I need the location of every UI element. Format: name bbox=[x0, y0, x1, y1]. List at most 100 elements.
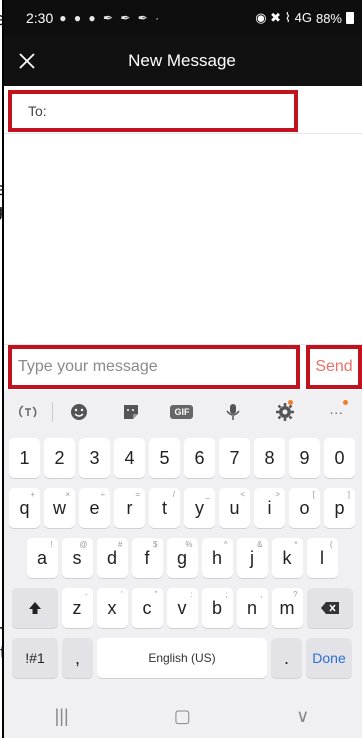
key-hint: , bbox=[260, 590, 263, 599]
key-w[interactable]: w × bbox=[44, 488, 75, 528]
back-button[interactable]: ∨ bbox=[296, 706, 309, 727]
shift-key[interactable] bbox=[11, 588, 58, 628]
key-hint: & bbox=[257, 540, 263, 549]
space-key[interactable]: English (US) bbox=[97, 638, 267, 678]
key-5[interactable]: 5 bbox=[149, 438, 180, 478]
key-c[interactable]: c " bbox=[131, 588, 163, 628]
comma-key[interactable]: , bbox=[62, 638, 93, 678]
send-label: Send bbox=[315, 358, 353, 375]
navigation-bar: ||| ▢ ∨ bbox=[2, 694, 362, 738]
key-label: v bbox=[177, 597, 187, 618]
key-hint: ; bbox=[225, 590, 228, 599]
send-button[interactable]: Send bbox=[306, 345, 362, 389]
period-key[interactable]: . bbox=[271, 638, 302, 678]
keyboard: GIF ··· 12345 6 7 8 9 0 q + w × e ÷ r = … bbox=[2, 390, 362, 738]
key-hint: # bbox=[118, 540, 123, 549]
battery-percent: 88% bbox=[315, 10, 342, 26]
key-g[interactable]: g% bbox=[166, 538, 198, 578]
key-label: g bbox=[176, 547, 187, 568]
key-hint: - bbox=[84, 590, 88, 599]
key-d[interactable]: d # bbox=[96, 538, 128, 578]
key-b[interactable]: b; bbox=[201, 588, 233, 628]
key-3[interactable]: 3 bbox=[79, 438, 110, 478]
gif-button[interactable]: GIF bbox=[156, 390, 207, 434]
message-input[interactable]: Type your message bbox=[8, 345, 300, 389]
key-label: c bbox=[142, 597, 152, 618]
key-2[interactable]: 2 bbox=[44, 438, 75, 478]
emoji-icon bbox=[71, 404, 88, 420]
number-row: 1 2 3 4 5 6 7 8 9 0 bbox=[2, 438, 362, 478]
translate-icon bbox=[18, 405, 37, 418]
key-t[interactable]: t / bbox=[149, 488, 180, 528]
more-options-button[interactable]: ··· bbox=[311, 390, 362, 434]
key-8[interactable]: 8 bbox=[254, 438, 285, 478]
key-label: 1 bbox=[19, 447, 30, 468]
key-label: 0 bbox=[334, 447, 345, 468]
key-a[interactable]: a! bbox=[26, 538, 58, 578]
key-q[interactable]: q + bbox=[9, 488, 40, 528]
key-l[interactable]: l( bbox=[306, 538, 338, 578]
home-button[interactable]: ▢ bbox=[174, 706, 191, 727]
key-e[interactable]: e ÷ bbox=[79, 488, 110, 528]
key-k[interactable]: k * bbox=[271, 538, 303, 578]
key-n[interactable]: n, bbox=[236, 588, 268, 628]
shift-icon bbox=[28, 602, 41, 614]
keyboard-toolbar: GIF ··· bbox=[2, 390, 362, 434]
status-time: 2:30 bbox=[26, 10, 54, 26]
key-hint: [ bbox=[312, 490, 315, 499]
key-u[interactable]: u < bbox=[219, 488, 250, 528]
key-i[interactable]: i > bbox=[254, 488, 285, 528]
done-key[interactable]: Done bbox=[306, 638, 352, 678]
key-p[interactable]: p] bbox=[324, 488, 355, 528]
page-title: New Message bbox=[128, 51, 236, 70]
key-y[interactable]: y _ bbox=[184, 488, 215, 528]
keyboard-settings-button[interactable] bbox=[259, 390, 310, 434]
key-hint: = bbox=[135, 490, 140, 499]
key-f[interactable]: f $ bbox=[131, 538, 163, 578]
gear-icon bbox=[275, 403, 294, 421]
recent-apps-button[interactable]: ||| bbox=[55, 706, 69, 727]
symbols-key[interactable]: !#1 bbox=[12, 638, 58, 678]
key-z[interactable]: z- bbox=[61, 588, 93, 628]
to-field[interactable]: To: bbox=[8, 90, 298, 132]
key-label: h bbox=[211, 547, 222, 568]
key-1[interactable]: 1 bbox=[9, 438, 40, 478]
key-hint: _ bbox=[205, 490, 210, 499]
key-j[interactable]: j & bbox=[236, 538, 268, 578]
key-h[interactable]: h ^ bbox=[201, 538, 233, 578]
notification-icons: ● ● ● ✒ ✒ ✒ · bbox=[59, 11, 162, 25]
key-v[interactable]: v: bbox=[166, 588, 198, 628]
key-label: u bbox=[229, 497, 240, 518]
key-hint: + bbox=[30, 490, 35, 499]
emoji-button[interactable] bbox=[53, 390, 104, 434]
key-hint: ^ bbox=[223, 540, 228, 549]
key-x[interactable]: x ' bbox=[96, 588, 128, 628]
backspace-key[interactable] bbox=[306, 588, 353, 628]
phone-screen: 2:30 ● ● ● ✒ ✒ ✒ · ◉ ✖ ⌇ 4G 88% New Mess… bbox=[2, 0, 362, 738]
key-o[interactable]: o[ bbox=[289, 488, 320, 528]
key-7[interactable]: 7 bbox=[219, 438, 250, 478]
key-9[interactable]: 9 bbox=[289, 438, 320, 478]
key-label: p bbox=[334, 497, 345, 518]
key-0[interactable]: 0 bbox=[324, 438, 355, 478]
key-6[interactable]: 6 bbox=[184, 438, 215, 478]
key-hint: @ bbox=[79, 540, 88, 549]
key-label: 9 bbox=[299, 447, 310, 468]
translate-button[interactable] bbox=[2, 390, 54, 434]
status-right: ◉ ✖ ⌇ 4G 88% bbox=[255, 10, 354, 26]
close-button[interactable] bbox=[2, 36, 52, 86]
key-hint: > bbox=[275, 490, 280, 499]
message-placeholder: Type your message bbox=[18, 358, 158, 375]
app-header: New Message bbox=[2, 36, 362, 86]
sticker-button[interactable] bbox=[105, 390, 156, 434]
key-r[interactable]: r = bbox=[114, 488, 145, 528]
letter-row-1: q + w × e ÷ r = t / y _ u < i > o[p] bbox=[2, 488, 362, 528]
microphone-icon bbox=[226, 404, 240, 420]
key-s[interactable]: s @ bbox=[61, 538, 93, 578]
key-label: i bbox=[267, 497, 272, 518]
key-m[interactable]: m? bbox=[271, 588, 303, 628]
key-hint: ' bbox=[120, 590, 123, 599]
key-4[interactable]: 4 bbox=[114, 438, 145, 478]
voice-input-button[interactable] bbox=[208, 390, 259, 434]
key-hint: * bbox=[294, 540, 298, 549]
